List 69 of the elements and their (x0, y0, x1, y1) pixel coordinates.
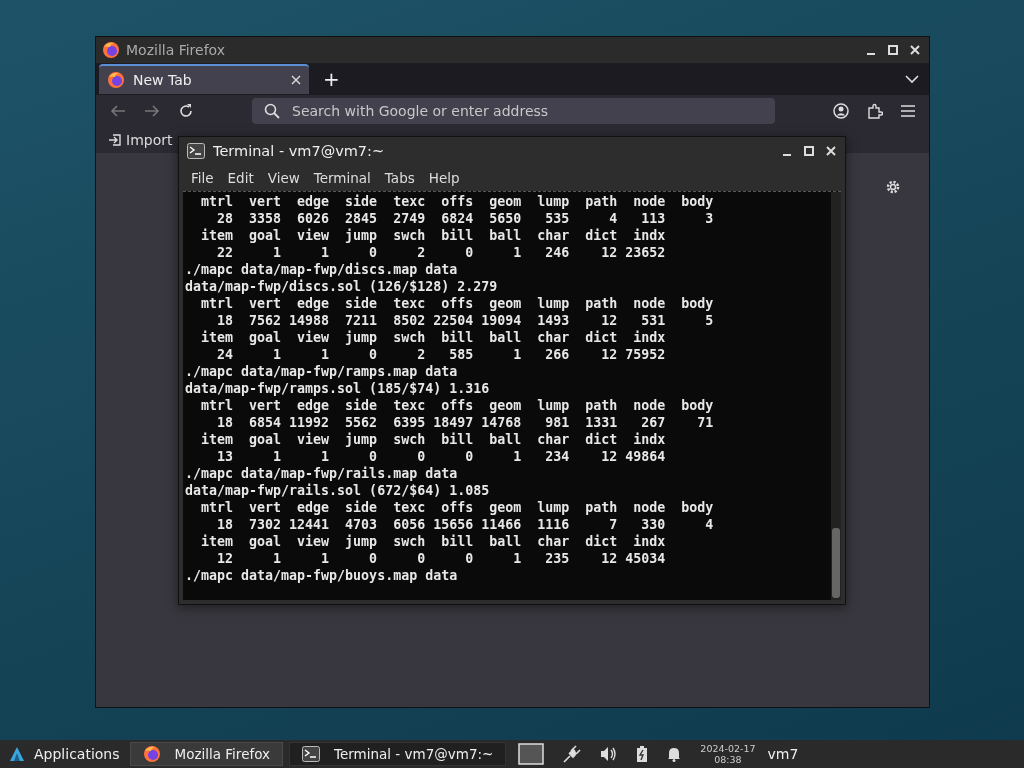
account-icon[interactable] (833, 102, 849, 119)
terminal-line: ./mapc data/map-fwp/buoys.map data (185, 567, 458, 584)
address-bar[interactable]: Search with Google or enter address (252, 97, 775, 124)
user-name[interactable]: vm7 (767, 746, 799, 762)
terminal-line: mtrl vert edge side texc offs geom lump path node body (200, 295, 714, 312)
terminal-line: data/map-fwp/discs.sol (126/$128) 2.279 (185, 278, 498, 295)
show-desktop-icon[interactable] (518, 743, 545, 765)
close-icon[interactable] (909, 44, 921, 56)
menu-icon[interactable] (901, 104, 915, 117)
close-icon[interactable] (825, 145, 837, 157)
terminal-line: ./mapc data/map-fwp/ramps.map data (185, 363, 458, 380)
menu-item[interactable]: View (267, 170, 300, 186)
clock-date[interactable]: 2024-02-17 (700, 743, 756, 754)
taskbar-button[interactable]: Mozilla Firefox (129, 742, 284, 766)
firefox-logo-icon (107, 71, 125, 89)
reload-icon[interactable] (178, 102, 194, 119)
clock-time[interactable]: 08:38 (714, 754, 742, 765)
terminal-line: data/map-fwp/rails.sol (672/$64) 1.085 (185, 482, 490, 499)
bell-icon[interactable] (666, 746, 683, 762)
terminal-icon (187, 143, 205, 159)
tab-label: New Tab (133, 72, 192, 88)
volume-icon[interactable] (600, 746, 619, 762)
menu-item[interactable]: File (191, 170, 214, 186)
menu-item[interactable]: Tabs (384, 170, 415, 186)
terminal-line: ./mapc data/map-fwp/rails.map data (185, 465, 458, 482)
terminal-line: ./mapc data/map-fwp/discs.map data (185, 261, 458, 278)
firefox-logo-icon (142, 745, 161, 763)
applications-menu[interactable]: Applications (0, 746, 124, 762)
terminal-line: item goal view jump swch bill ball char dict indx (200, 227, 666, 244)
import-icon (108, 132, 122, 147)
maximize-icon[interactable] (803, 145, 815, 157)
terminal-line: data/map-fwp/ramps.sol (185/$74) 1.316 (185, 380, 490, 397)
menu-item[interactable]: Help (428, 170, 460, 186)
terminal-line: 22 1 1 0 2 0 1 246 12 23652 (216, 244, 666, 261)
firefox-logo-icon (102, 41, 120, 59)
puzzle-icon[interactable] (867, 102, 883, 119)
window-title: Mozilla Firefox (126, 42, 226, 58)
terminal-line: 28 3358 6026 2845 2749 6824 5650 535 4 113 3 (216, 210, 714, 227)
browser-tab[interactable]: New Tab (99, 64, 309, 94)
terminal-line: 18 7562 14988 7211 8502 22504 19094 1493 12 531 5 (216, 312, 714, 329)
terminal-line: item goal view jump swch bill ball char dict indx (200, 431, 666, 448)
terminal-line: mtrl vert edge side texc offs geom lump path node body (200, 193, 714, 210)
settings-icon[interactable] (885, 179, 901, 195)
terminal-line: 18 7302 12441 4703 6056 15656 11466 1116 7 330 4 (216, 516, 714, 533)
terminal-line: 13 1 1 0 0 0 1 234 12 49864 (216, 448, 666, 465)
terminal-line: mtrl vert edge side texc offs geom lump path node body (200, 499, 714, 516)
menu-item[interactable]: Edit (227, 170, 254, 186)
scrollbar-thumb[interactable] (832, 528, 840, 598)
terminal-line: 24 1 1 0 2 585 1 266 12 75952 (216, 346, 666, 363)
plug-icon[interactable] (562, 744, 583, 764)
terminal-icon (302, 746, 321, 762)
window-title: Terminal - vm7@vm7:~ (213, 143, 385, 159)
app-menu-icon (10, 747, 24, 761)
battery-icon[interactable] (636, 745, 649, 763)
forward-arrow-icon[interactable] (144, 103, 160, 118)
terminal-line: item goal view jump swch bill ball char dict indx (200, 533, 666, 550)
bookmark-item[interactable]: Import (108, 131, 173, 148)
chevron-down-icon[interactable] (905, 74, 919, 84)
new-tab-button[interactable]: + (317, 67, 346, 91)
terminal-line: mtrl vert edge side texc offs geom lump path node body (200, 397, 714, 414)
scrollbar[interactable] (831, 192, 841, 600)
menu-item[interactable]: Terminal (313, 170, 371, 186)
terminal-line: item goal view jump swch bill ball char dict indx (200, 329, 666, 346)
terminal-line: 18 6854 11992 5562 6395 18497 14768 981 1331 267 71 (216, 414, 714, 431)
maximize-icon[interactable] (887, 44, 899, 56)
terminal-line: 12 1 1 0 0 0 1 235 12 45034 (216, 550, 666, 567)
back-arrow-icon[interactable] (110, 103, 126, 118)
close-icon[interactable] (291, 75, 301, 85)
taskbar-button[interactable]: Terminal - vm7@vm7:~ (289, 742, 507, 766)
